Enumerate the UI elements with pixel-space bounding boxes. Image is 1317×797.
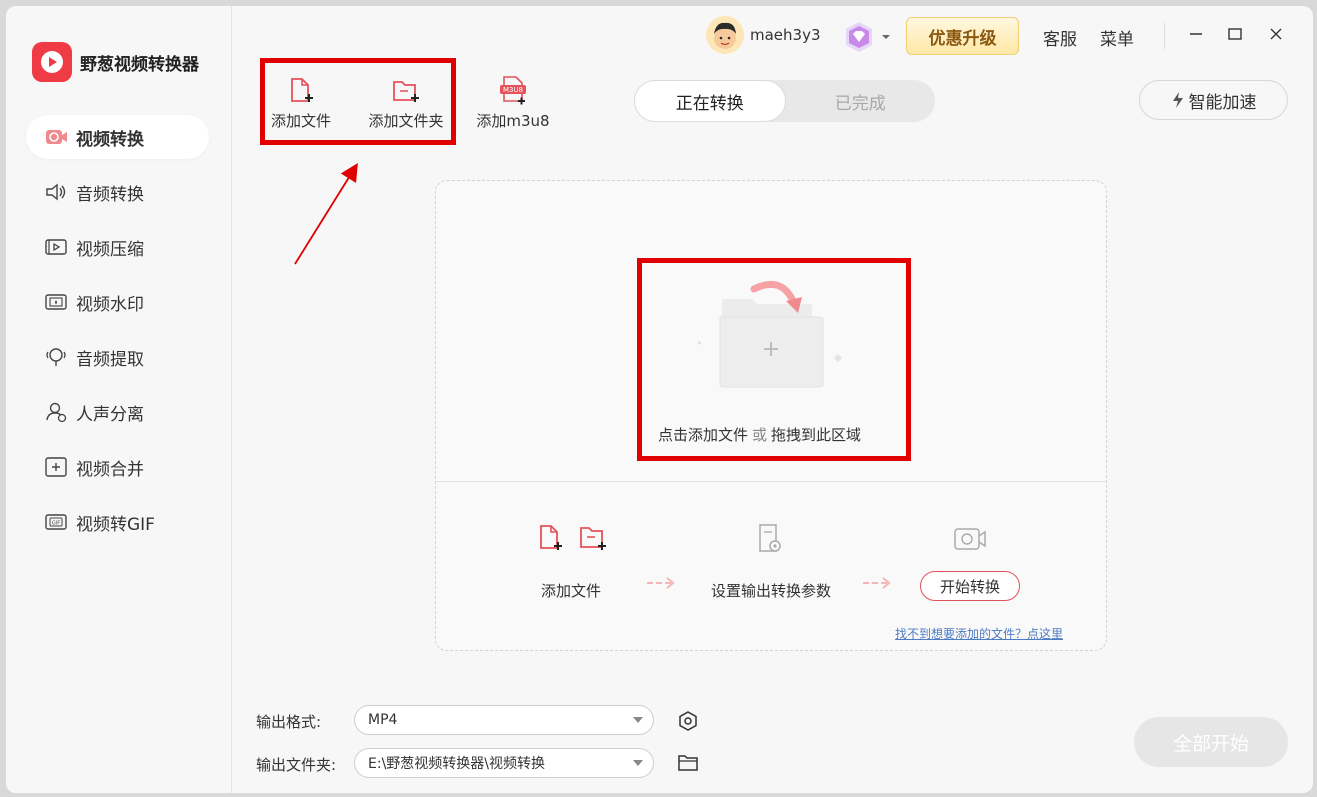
start-all-button[interactable]: 全部开始 <box>1134 717 1288 767</box>
annotation-arrow <box>294 162 358 265</box>
output-format-value: MP4 <box>368 712 398 728</box>
open-folder-icon[interactable] <box>677 753 699 773</box>
annotation-highlight-dropzone <box>637 258 911 461</box>
step-settings-icon <box>759 524 781 552</box>
step-add-file-icon <box>540 525 606 550</box>
chevron-down-icon <box>633 760 643 766</box>
file-drop-zone[interactable]: 点击添加文件或拖拽到此区域 添加文件 设置输出转换参数 开始转换 找不到想要添加… <box>435 180 1107 651</box>
chevron-down-icon <box>633 717 643 723</box>
format-settings-icon[interactable] <box>677 710 699 732</box>
start-convert-button[interactable]: 开始转换 <box>920 571 1020 601</box>
output-format-select[interactable]: MP4 <box>354 705 654 735</box>
output-format-label: 输出格式: <box>256 713 322 731</box>
divider <box>436 481 1106 482</box>
output-folder-select[interactable]: E:\野葱视频转换器\视频转换 <box>354 748 654 778</box>
step-add-file-label: 添加文件 <box>541 582 602 600</box>
help-link[interactable]: 找不到想要添加的文件？点这里 <box>895 625 1063 642</box>
step-arrow-icon <box>647 577 675 589</box>
step-set-params-label: 设置输出转换参数 <box>711 582 832 600</box>
output-folder-value: E:\野葱视频转换器\视频转换 <box>368 756 545 772</box>
step-arrow-icon <box>863 577 891 589</box>
output-folder-label: 输出文件夹: <box>256 756 337 774</box>
app-window: 野葱视频转换器 视频转换 音频转换 视频压缩 视频水印 音频提取 人声分离 视频… <box>6 6 1313 793</box>
step-convert-icon <box>954 528 986 550</box>
